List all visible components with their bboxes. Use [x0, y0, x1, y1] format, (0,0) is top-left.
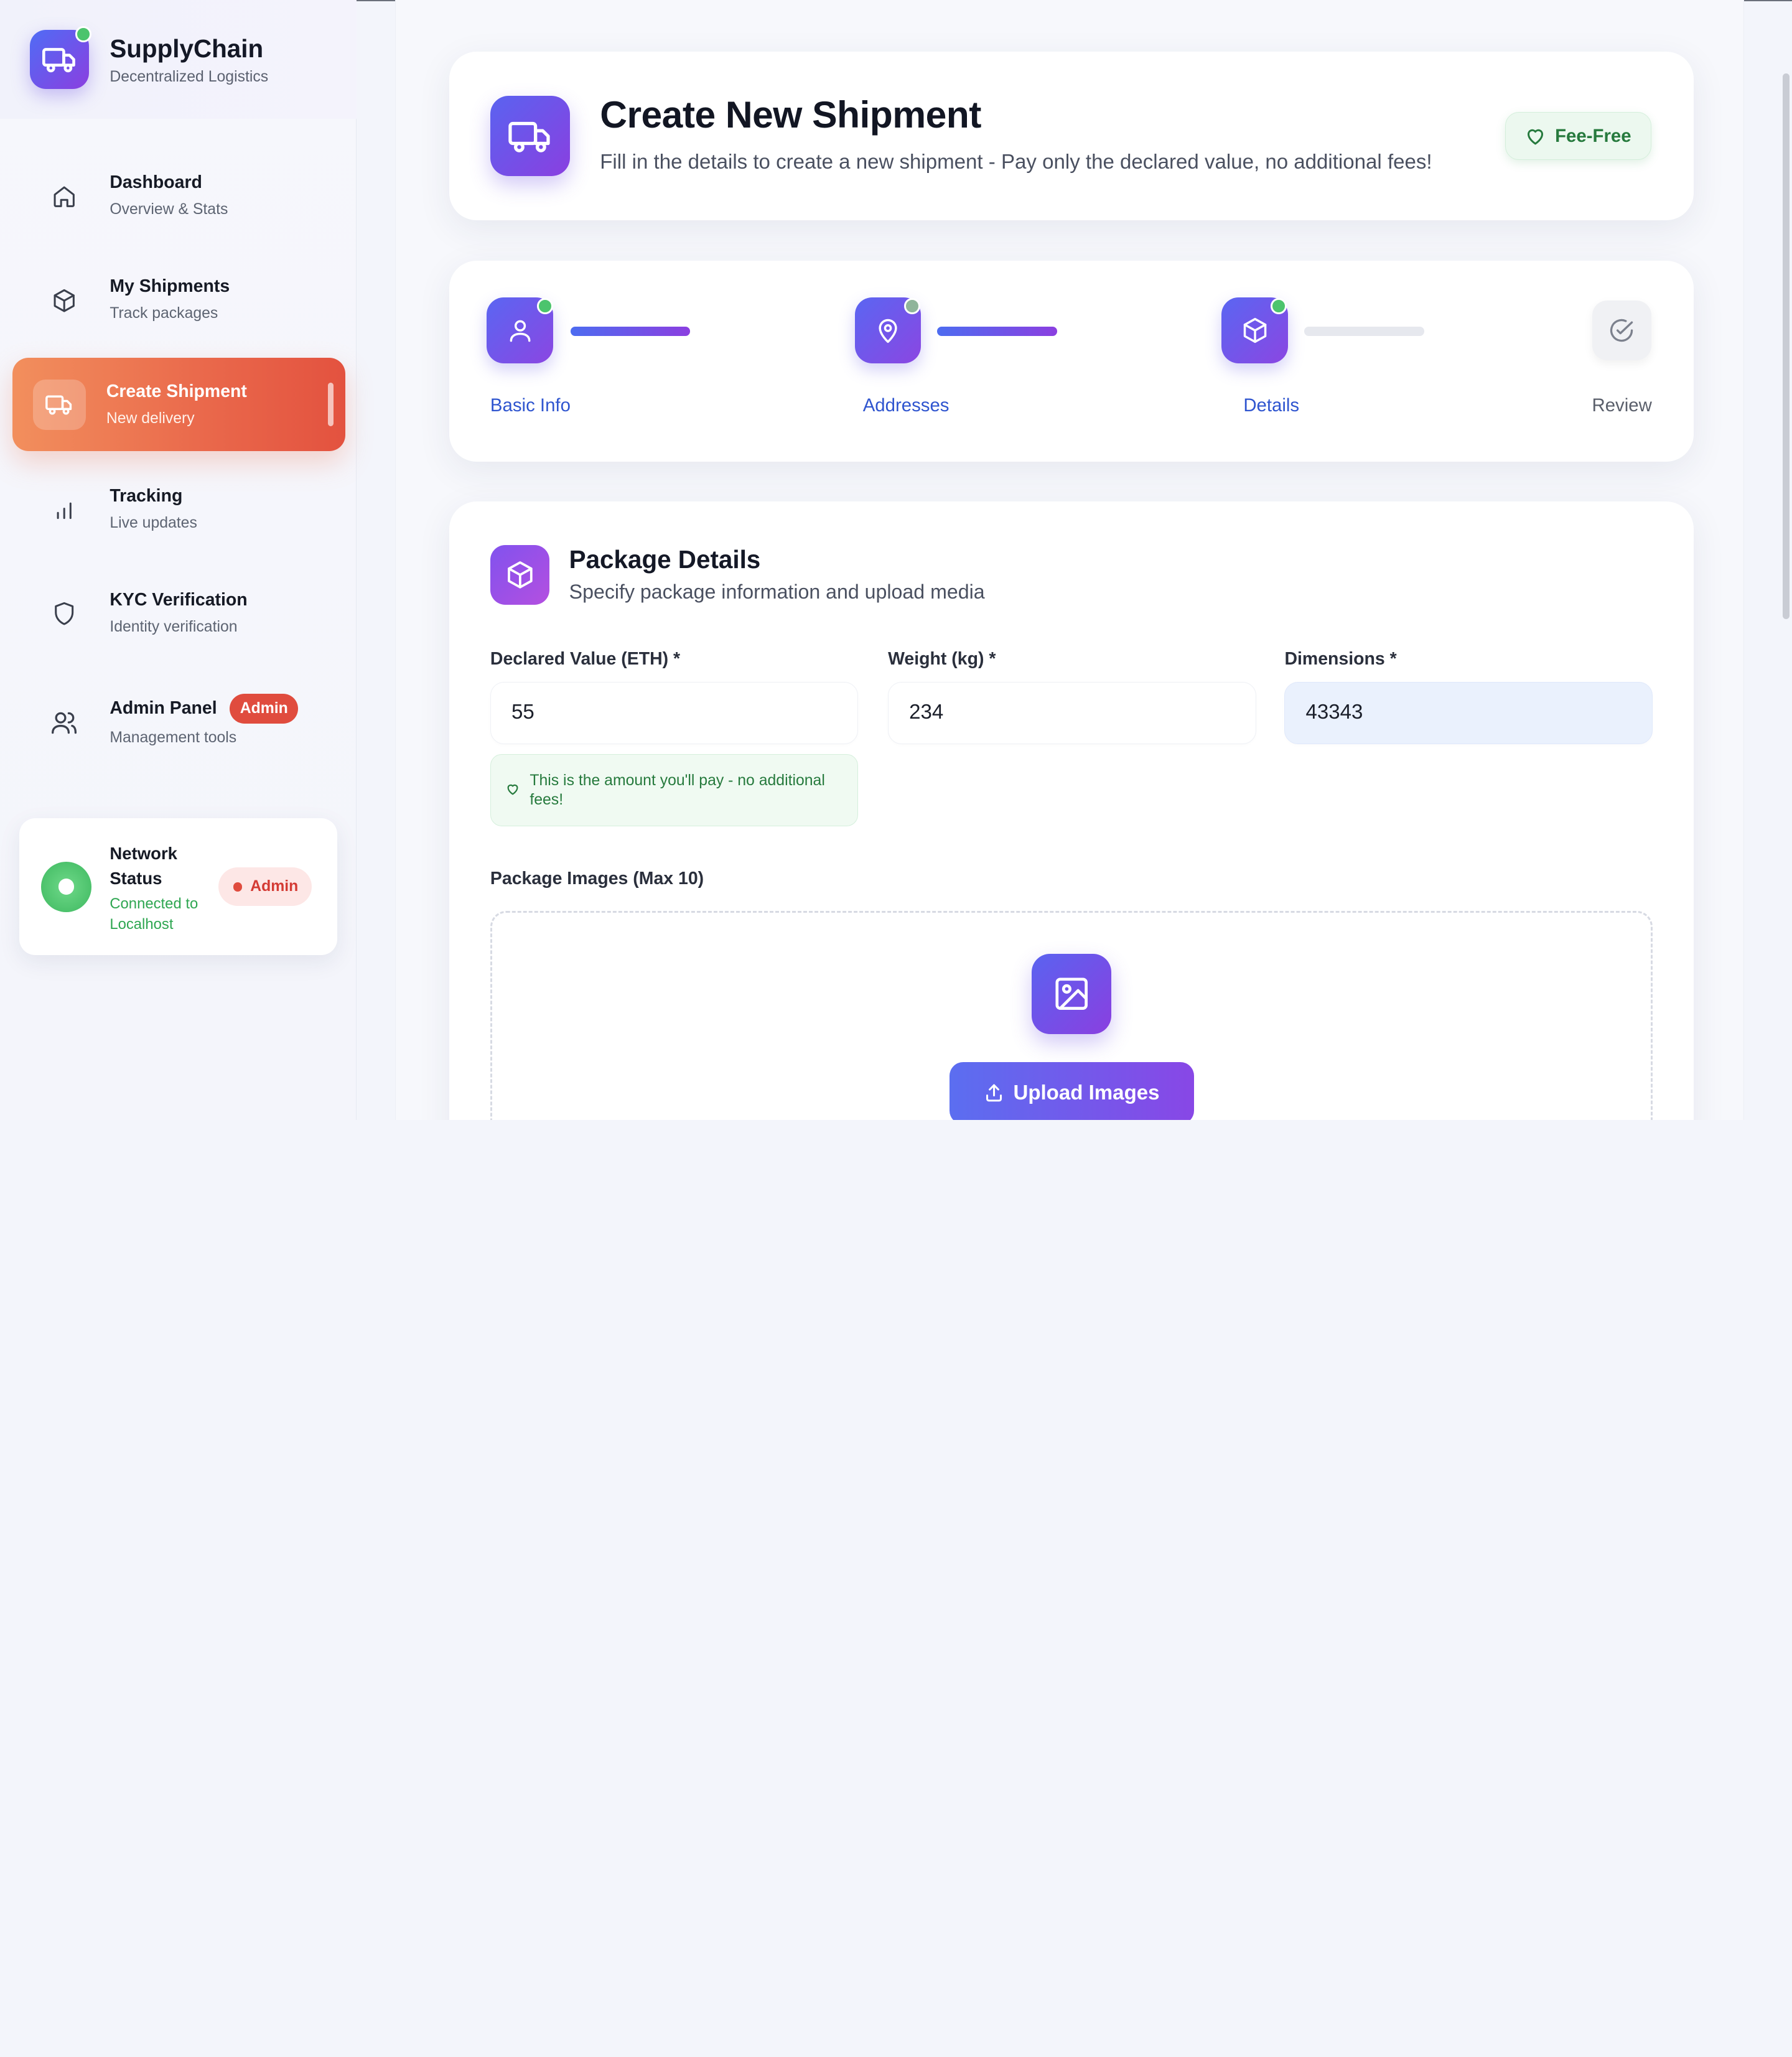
- package-details-card: Package Details Specify package informat…: [449, 501, 1694, 1120]
- sidebar-item-my-shipments[interactable]: My Shipments Track packages: [0, 253, 357, 347]
- admin-badge: Admin: [230, 693, 299, 724]
- sidebar-item-subtitle: Overview & Stats: [110, 201, 228, 218]
- sidebar-item-subtitle: New delivery: [106, 410, 195, 427]
- sidebar-item-subtitle: Management tools: [110, 729, 237, 746]
- network-status-title: Network Status: [110, 843, 177, 889]
- section-subtitle: Specify package information and upload m…: [569, 581, 985, 604]
- dimensions-input[interactable]: 43343: [1284, 682, 1653, 744]
- step-label: Addresses: [862, 395, 950, 416]
- scrollbar[interactable]: [1783, 73, 1790, 620]
- package-icon: [1243, 317, 1266, 343]
- app-root: SupplyChain Decentralized Logistics Dash…: [0, 0, 1792, 1120]
- section-title: Package Details: [569, 545, 761, 574]
- upload-images-label: Upload Images: [1013, 1081, 1160, 1104]
- weight-label: Weight (kg) *: [888, 649, 996, 669]
- package-images-label: Package Images (Max 10): [490, 868, 704, 889]
- package-icon: [490, 545, 550, 605]
- sidebar-item-subtitle: Track packages: [110, 305, 218, 322]
- brand-header: SupplyChain Decentralized Logistics: [0, 0, 357, 119]
- sidebar-item-subtitle: Live updates: [110, 514, 197, 531]
- shield-icon: [41, 591, 86, 637]
- online-indicator: [75, 26, 91, 42]
- fee-free-label: Fee-Free: [1555, 125, 1631, 146]
- step-label: Review: [1592, 395, 1652, 416]
- step-complete-indicator: [1271, 298, 1287, 315]
- sidebar-item-admin-panel[interactable]: Admin Panel Management tools: [0, 674, 357, 768]
- map-pin-icon: [879, 319, 897, 343]
- sidebar-item-kyc[interactable]: KYC Verification Identity verification: [0, 566, 357, 660]
- page-title: Create New Shipment: [600, 93, 981, 136]
- truck-icon: [33, 379, 86, 430]
- home-icon: [41, 174, 86, 219]
- check-circle-icon: [1610, 319, 1633, 342]
- declared-value-input[interactable]: 55: [490, 682, 859, 744]
- sidebar-item-title: Create Shipment: [106, 381, 247, 402]
- active-indicator: [328, 383, 334, 427]
- sidebar-item-tracking[interactable]: Tracking Live updates: [0, 462, 357, 556]
- user-icon: [510, 320, 531, 342]
- users-icon: [41, 699, 86, 745]
- sidebar-item-title: Admin Panel: [110, 698, 217, 719]
- sidebar-item-title: Dashboard: [110, 172, 202, 193]
- step-complete-indicator: [903, 298, 920, 315]
- truck-icon: [490, 96, 571, 176]
- weight-input[interactable]: 234: [888, 682, 1256, 744]
- bar-chart-icon: [41, 487, 86, 532]
- sidebar-item-dashboard[interactable]: Dashboard Overview & Stats: [0, 149, 357, 243]
- dimensions-label: Dimensions *: [1284, 649, 1397, 669]
- step-connector: [570, 327, 691, 336]
- role-badge: Admin: [218, 867, 312, 907]
- step-label: Basic Info: [490, 395, 571, 416]
- fee-hint: This is the amount you'll pay - no addit…: [490, 754, 859, 826]
- progress-steps-card: Basic Info Addresses Details Review: [449, 260, 1694, 462]
- sidebar: SupplyChain Decentralized Logistics Dash…: [0, 0, 357, 1120]
- image-dropzone[interactable]: Upload Images: [490, 910, 1653, 1120]
- sidebar-item-create-shipment[interactable]: Create Shipment New delivery: [12, 357, 345, 452]
- image-icon: [1031, 953, 1112, 1034]
- page-subtitle: Fill in the details to create a new ship…: [600, 151, 1432, 174]
- heart-icon: [507, 785, 518, 795]
- sidebar-item-subtitle: Identity verification: [110, 618, 238, 635]
- step-review[interactable]: [1592, 301, 1651, 360]
- step-connector: [1304, 327, 1424, 336]
- fee-hint-text: This is the amount you'll pay - no addit…: [530, 772, 825, 809]
- step-complete-indicator: [537, 298, 553, 315]
- upload-icon: [986, 1084, 1002, 1102]
- sidebar-item-title: My Shipments: [110, 276, 230, 297]
- brand-name: SupplyChain: [110, 34, 264, 63]
- step-connector: [937, 327, 1057, 336]
- sidebar-item-title: Tracking: [110, 485, 183, 506]
- step-label: Details: [1243, 395, 1300, 416]
- declared-value-label: Declared Value (ETH) *: [490, 649, 681, 669]
- page-header-card: Create New Shipment Fill in the details …: [449, 51, 1694, 221]
- network-status-indicator: [41, 861, 91, 912]
- heart-icon: [1528, 129, 1544, 145]
- network-connection-text: Connected to Localhost: [110, 895, 198, 933]
- network-status-card: Network Status Connected to Localhost Ad…: [19, 818, 337, 956]
- upload-images-button[interactable]: Upload Images: [949, 1062, 1194, 1120]
- package-icon: [41, 278, 86, 323]
- fee-free-badge: Fee-Free: [1505, 111, 1652, 161]
- brand-subtitle: Decentralized Logistics: [110, 68, 269, 86]
- sidebar-item-title: KYC Verification: [110, 589, 248, 610]
